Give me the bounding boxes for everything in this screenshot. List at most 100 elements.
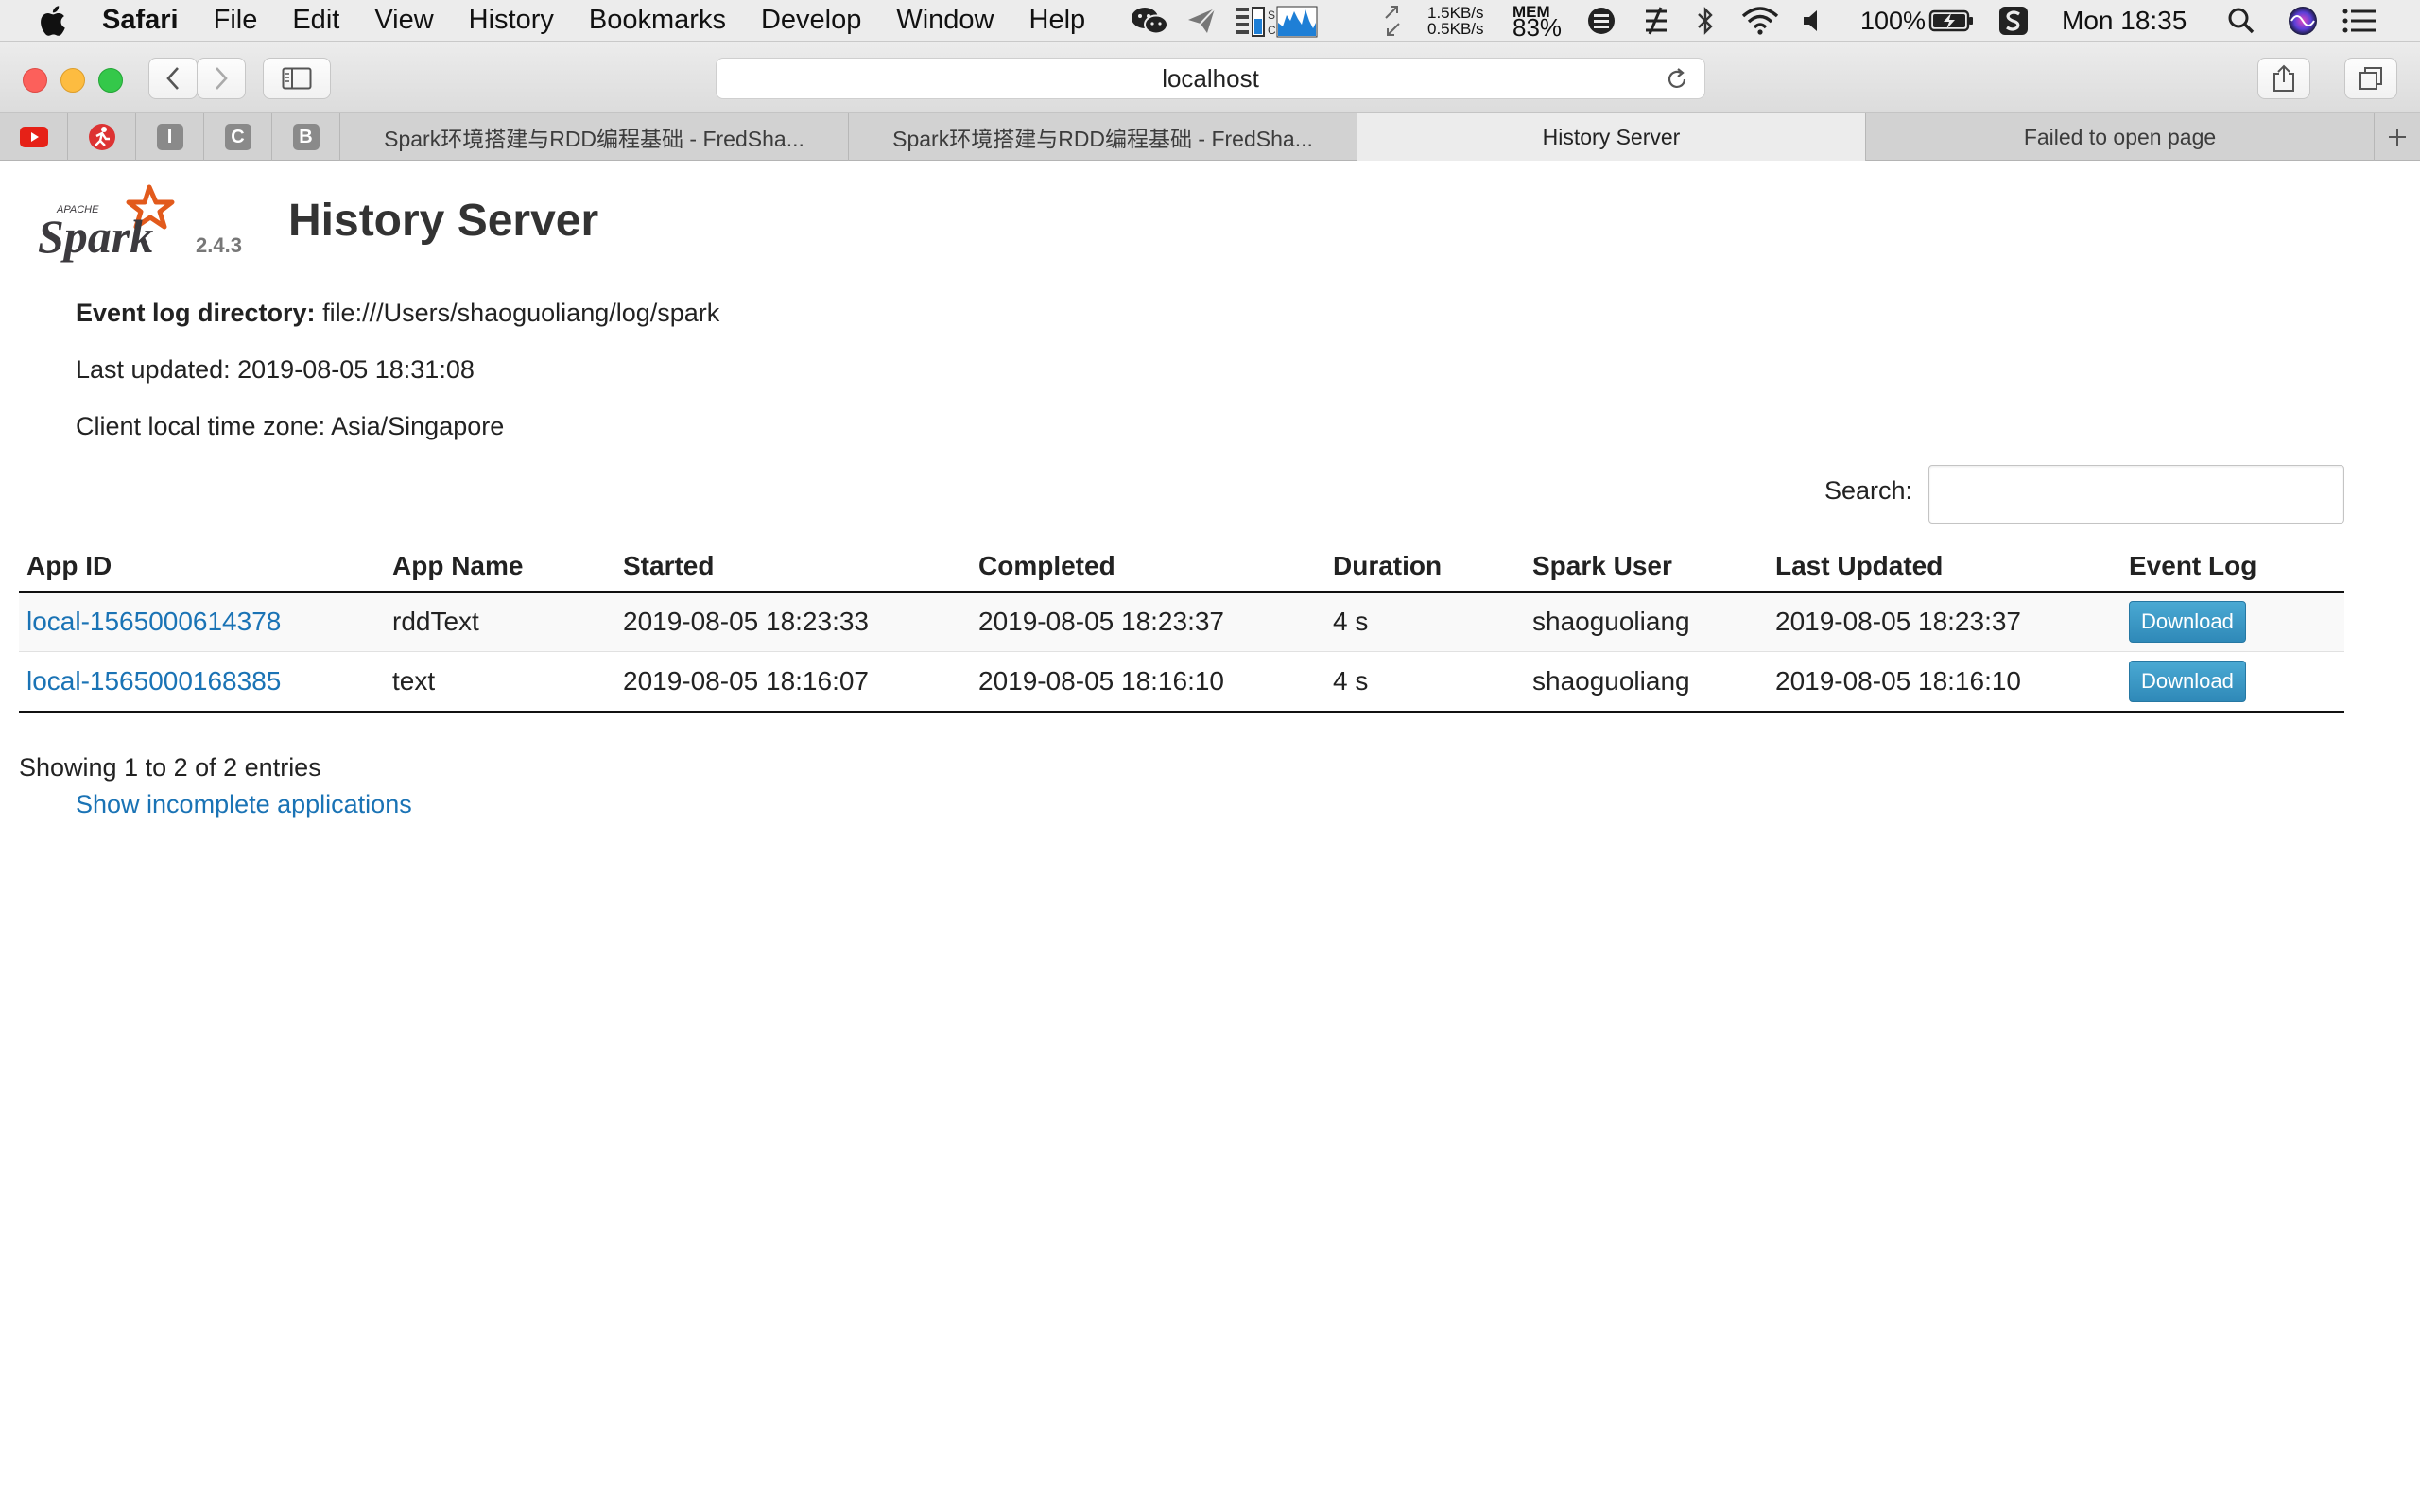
bolt-icon[interactable] [1640,6,1672,36]
spark-logo-text: Spark [38,210,153,263]
show-incomplete-link[interactable]: Show incomplete applications [76,790,412,819]
menu-window[interactable]: Window [896,5,994,36]
network-speed: 1.5KB/s 0.5KB/s [1427,0,1484,42]
column-header-duration[interactable]: Duration [1325,534,1525,593]
address-bar[interactable]: localhost [716,58,1705,99]
tab-failed-to-open[interactable]: Failed to open page [1866,113,2375,161]
page-content: APACHE Spark 2.4.3 History Server Event … [0,161,2420,1512]
timezone-info: Client local time zone: Asia/Singapore [76,412,505,440]
download-button[interactable]: Download [2129,601,2246,643]
pinned-tab-i[interactable]: I [136,113,204,161]
network-arrows-icon [1385,6,1400,36]
tab-label: Spark环境搭建与RDD编程基础 - FredSha... [892,127,1313,151]
completed-cell: 2019-08-05 18:23:37 [971,591,1325,652]
shield-grid-icon[interactable] [1586,6,1616,36]
runner-icon [88,124,115,150]
window-fullscreen-button[interactable] [98,68,123,93]
spotlight-search-icon[interactable] [2227,7,2256,35]
spark-logo-image: APACHE Spark [38,184,175,263]
column-header-event-log[interactable]: Event Log [2121,534,2344,593]
column-header-spark-user[interactable]: Spark User [1525,534,1768,593]
applications-table: App ID App Name Started Completed Durati… [19,534,2344,713]
last-updated-cell: 2019-08-05 18:23:37 [1768,591,2121,652]
tab-history-server[interactable]: History Server [1357,113,1866,161]
net-up-speed: 1.5KB/s [1427,4,1484,22]
download-button[interactable]: Download [2129,661,2246,702]
event-log-directory: Event log directory: file:///Users/shaog… [76,299,719,328]
battery-icon[interactable] [1928,9,1974,33]
last-updated-info: Last updated: 2019-08-05 18:31:08 [76,355,475,384]
share-button[interactable] [2257,58,2310,99]
status-area [1130,0,1169,42]
forward-button[interactable] [197,58,246,99]
menu-bookmarks[interactable]: Bookmarks [589,5,726,36]
page-title: History Server [288,196,599,246]
column-header-last-updated[interactable]: Last Updated [1768,534,2121,593]
spark-user-cell: shaoguoliang [1525,591,1768,652]
pinned-tab-youtube[interactable] [0,113,68,161]
new-tab-button[interactable] [2375,113,2420,161]
send-icon[interactable] [1186,7,1217,35]
sidebar-toggle-button[interactable] [263,58,331,99]
column-header-started[interactable]: Started [615,534,971,593]
column-header-app-name[interactable]: App Name [385,534,615,593]
notification-center-icon[interactable] [2342,9,2377,33]
window-close-button[interactable] [23,68,47,93]
spark-logo[interactable]: APACHE Spark [36,181,187,271]
tab-label: Spark环境搭建与RDD编程基础 - FredSha... [384,127,804,151]
app-id-link[interactable]: local-1565000614378 [26,607,281,636]
reload-icon[interactable] [1665,67,1689,92]
event-log-label: Event log directory: [76,299,316,327]
chevron-left-icon [166,67,179,90]
cpu-meter-icon[interactable]: S C [1234,4,1319,38]
back-button[interactable] [148,58,198,99]
svg-text:S: S [1268,9,1275,22]
menu-history[interactable]: History [469,5,554,36]
tab-spark-rdd-2[interactable]: Spark环境搭建与RDD编程基础 - FredSha... [849,113,1357,161]
sogou-input-icon[interactable] [1998,6,2029,36]
menu-help[interactable]: Help [1029,5,1086,36]
column-header-app-id[interactable]: App ID [19,534,385,593]
tab-spark-rdd-1[interactable]: Spark环境搭建与RDD编程基础 - FredSha... [340,113,849,161]
chevron-right-icon [216,67,228,90]
menu-file[interactable]: File [214,5,258,36]
menu-edit[interactable]: Edit [292,5,339,36]
pinned-tab-b-label: B [292,124,320,150]
wechat-icon[interactable] [1130,6,1169,36]
completed-cell: 2019-08-05 18:16:10 [971,651,1325,713]
plus-icon [2389,129,2406,146]
battery-percent[interactable]: 100% [1860,0,1926,42]
volume-icon[interactable] [1801,8,1824,34]
pinned-tab-c[interactable]: C [204,113,272,161]
spark-version: 2.4.3 [196,233,242,257]
started-cell: 2019-08-05 18:23:33 [615,591,971,652]
menu-app-name[interactable]: Safari [102,5,179,36]
app-id-link[interactable]: local-1565000168385 [26,666,281,696]
column-header-completed[interactable]: Completed [971,534,1325,593]
pinned-tab-c-label: C [224,124,251,150]
pinned-tab-b[interactable]: B [272,113,340,161]
svg-text:C: C [1268,24,1276,37]
bluetooth-icon[interactable] [1695,6,1716,36]
memory-meter[interactable]: MEM 83% [1512,0,1562,42]
entries-info: Showing 1 to 2 of 2 entries [19,753,321,782]
wifi-icon[interactable] [1741,7,1779,35]
siri-icon[interactable] [2288,6,2318,36]
search-label: Search: [1824,476,1913,505]
pinned-tab-runner[interactable] [68,113,136,161]
search-input[interactable] [1928,465,2344,524]
window-minimize-button[interactable] [60,68,85,93]
sidebar-icon [282,67,312,90]
event-log-value: file:///Users/shaoguoliang/log/spark [322,299,720,327]
menu-clock[interactable]: Mon 18:35 [2062,0,2187,42]
duration-cell: 4 s [1325,591,1525,652]
duration-cell: 4 s [1325,651,1525,713]
table-row: local-1565000614378 rddText 2019-08-05 1… [19,591,2344,652]
mem-percent: 83% [1512,12,1563,42]
apple-menu-icon[interactable] [38,5,66,37]
address-url: localhost [1162,63,1259,93]
last-updated-cell: 2019-08-05 18:16:10 [1768,651,2121,713]
menu-view[interactable]: View [374,5,433,36]
menu-develop[interactable]: Develop [761,5,861,36]
tab-overview-button[interactable] [2344,58,2397,99]
